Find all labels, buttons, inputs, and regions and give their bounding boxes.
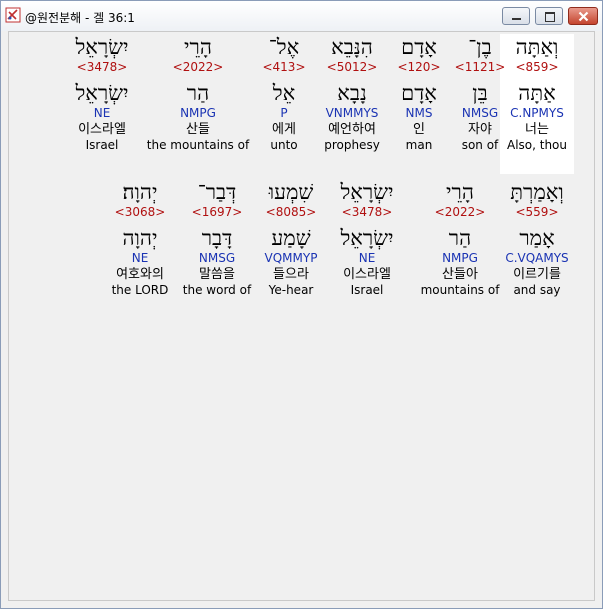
- window-title: @원전분해 - 겔 36:1: [25, 11, 135, 25]
- app-logo-icon: [5, 7, 21, 23]
- word-hebrew: יִשְׂרָאֵל: [75, 35, 129, 59]
- word-lemma: הַר: [186, 81, 210, 105]
- korean-gloss: 이스라엘: [78, 122, 126, 137]
- word-column[interactable]: יִשְׂרָאֵל <3478> יִשְׂרָאֵל NE 이스라엘 Israel: [47, 34, 157, 152]
- maximize-button[interactable]: [535, 7, 563, 25]
- close-icon: [578, 11, 589, 22]
- korean-gloss: 여호와의: [116, 267, 164, 282]
- english-gloss: Israel: [85, 138, 119, 152]
- minimize-button[interactable]: [502, 7, 530, 25]
- word-column[interactable]: יְהוָה׃ <3068> יְהוָה NE 여호와의 the LORD: [85, 179, 195, 297]
- word-lemma: יְהוָה: [122, 226, 158, 250]
- maximize-icon: [545, 12, 555, 22]
- close-button[interactable]: [568, 7, 598, 25]
- strong-number: <2022>: [172, 60, 224, 74]
- interlinear-panel: וְאַתָּה <859> אַתָּה C.NPMYS 너는 Also, thou בֶ…: [8, 31, 595, 601]
- morph-code: NE: [131, 251, 149, 265]
- morph-code: NE: [93, 106, 111, 120]
- english-gloss: the LORD: [111, 283, 169, 297]
- strong-number: <3068>: [114, 205, 166, 219]
- korean-gloss: 산들: [186, 122, 210, 137]
- morph-code: NMPG: [180, 106, 216, 120]
- word-hebrew: יְהוָה׃: [122, 180, 158, 204]
- word-column[interactable]: הָרֵי <2022> הַר NMPG 산들 the mountains of: [143, 34, 253, 152]
- english-gloss: the mountains of: [146, 138, 250, 152]
- word-lemma: יִשְׂרָאֵל: [75, 81, 129, 105]
- strong-number: <3478>: [76, 60, 128, 74]
- title-bar[interactable]: @원전분해 - 겔 36:1: [1, 1, 602, 31]
- app-window: @원전분해 - 겔 36:1 וְאַתָּה <859> אַתָּה C.NPMY…: [0, 0, 603, 609]
- minimize-icon: [512, 18, 521, 20]
- word-hebrew: הָרֵי: [184, 35, 212, 59]
